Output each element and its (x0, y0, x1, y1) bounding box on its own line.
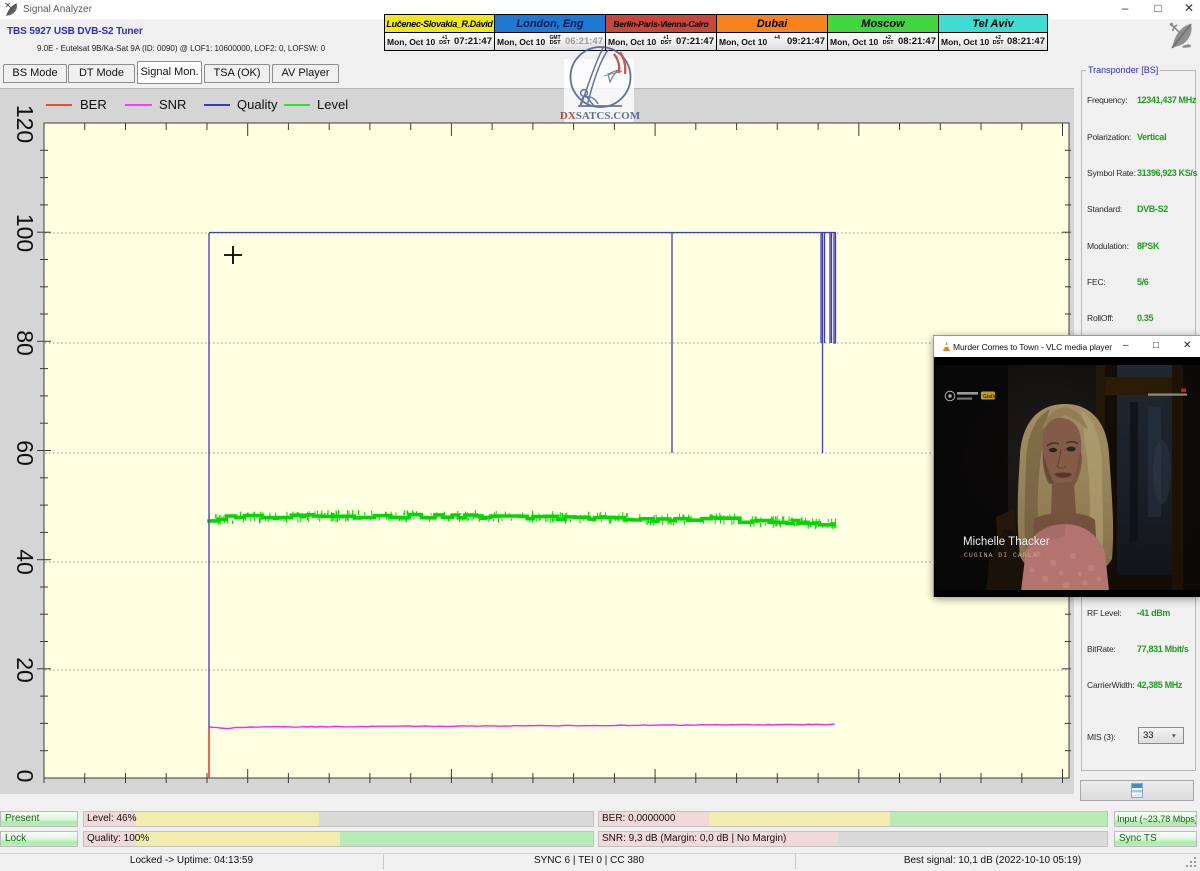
svg-text:20: 20 (12, 657, 38, 683)
svg-text:60: 60 (12, 440, 38, 466)
svg-text:80: 80 (12, 330, 38, 356)
svg-text:40: 40 (12, 549, 38, 575)
svg-text:DXSATCS.COM: DXSATCS.COM (560, 110, 641, 122)
svg-text:0: 0 (12, 770, 38, 783)
svg-text:100: 100 (12, 214, 38, 252)
svg-text:Michelle Thacker: Michelle Thacker (963, 536, 1050, 548)
svg-text:120: 120 (12, 105, 38, 143)
svg-text:CUGINA DI CARLA: CUGINA DI CARLA (964, 552, 1038, 559)
svg-text:SAT: SAT (1184, 44, 1192, 49)
svg-text:Giallo: Giallo (983, 394, 997, 400)
